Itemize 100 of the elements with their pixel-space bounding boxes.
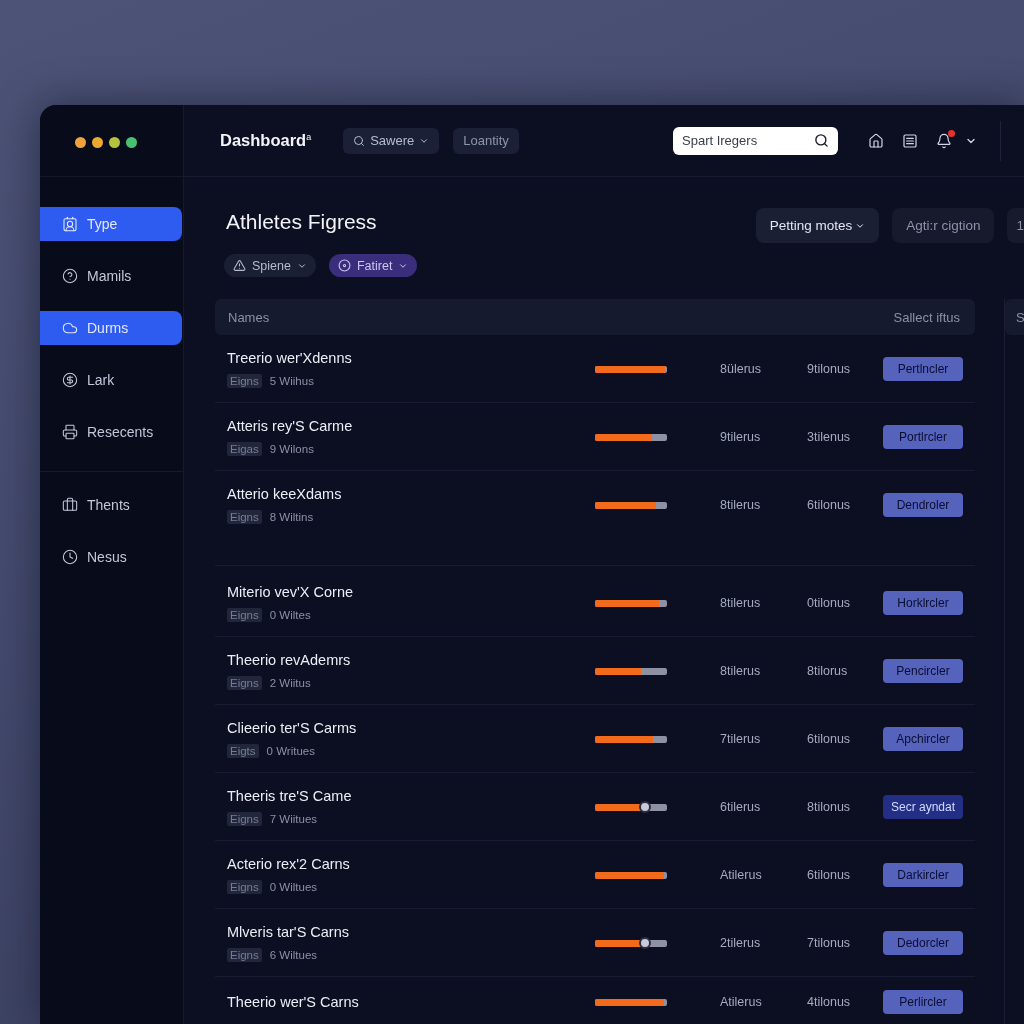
tag: Eigns [227, 812, 262, 826]
detail-text: 9 Wilons [269, 443, 314, 455]
table-cell: 6tilonus [807, 732, 851, 746]
athlete-name: Theeris tre'S Came [227, 787, 352, 806]
athlete-name: Clieerio ter'S Carms [227, 719, 357, 738]
table-cell: 3tilenus [807, 430, 851, 444]
header-action-button[interactable]: Petting motes [755, 208, 880, 243]
search-field[interactable]: Spart Iregers [673, 126, 838, 155]
row-action-button[interactable]: Perlircler [883, 990, 963, 1014]
athlete-name: Theerio wer'S Carns [227, 993, 359, 1012]
page-title: Athletes Figress [226, 209, 378, 235]
search-icon[interactable] [814, 133, 829, 148]
detail-text: 7 Wiitues [269, 813, 318, 825]
row-action-button[interactable]: Dendroler [883, 493, 963, 517]
table-cell: 6tilonus [807, 498, 851, 512]
table-cell: Atilerus [720, 868, 762, 882]
contact-icon [62, 216, 78, 232]
detail-text: 6 Wiltues [269, 949, 318, 961]
sidebar-item[interactable]: Thents [40, 488, 182, 522]
table-cell: 7tilonus [807, 936, 851, 950]
toolbar-button[interactable]: Loantity [453, 127, 519, 154]
detail-text: 5 Wiihus [269, 375, 314, 387]
table-cell: 2tilerus [720, 936, 761, 950]
dollar-circle-icon [62, 372, 78, 388]
briefcase-icon [62, 497, 78, 513]
row-action-button[interactable]: Horklrcler [883, 591, 963, 615]
table-cell: Atilerus [720, 995, 762, 1009]
tag: Eigns [227, 948, 262, 962]
sidebar-item[interactable]: Mamils [40, 259, 182, 293]
athlete-name: Atterio keeXdams [227, 485, 342, 504]
sidebar-item[interactable]: Nesus [40, 540, 182, 574]
header-action-button[interactable]: Agti:r cigtion [892, 208, 995, 243]
tag: Eigns [227, 880, 262, 894]
athlete-name: Miterio vev'X Corne [227, 583, 354, 602]
athlete-name: Mlveris tar'S Carns [227, 923, 349, 942]
tag: Eigts [227, 744, 259, 758]
detail-text: 0 Wiltues [269, 881, 318, 893]
row-action-button[interactable]: Portlrcler [883, 425, 963, 449]
app-title: Dashboard$^{a}$ [220, 131, 312, 150]
column-header: Sallect iftus [893, 309, 960, 325]
bell-icon[interactable] [936, 132, 952, 149]
help-circle-icon [62, 268, 78, 284]
house-icon[interactable] [868, 132, 884, 149]
column-header: S [1005, 299, 1024, 335]
warning-icon [233, 259, 246, 272]
sidebar-item[interactable]: Durms [40, 311, 182, 345]
row-action-button[interactable]: Dedorcler [883, 931, 963, 955]
window-dot-icon[interactable] [109, 137, 120, 148]
table-cell: 6tilerus [720, 800, 761, 814]
detail-text: 2 Wiitus [269, 677, 311, 689]
detail-text: 0 Writues [266, 745, 315, 757]
menu-square-icon[interactable] [902, 132, 918, 149]
athlete-name: Atteris rey'S Carme [227, 417, 353, 436]
slider[interactable] [595, 937, 667, 949]
tag: Eigns [227, 608, 262, 622]
cloud-icon [62, 320, 78, 336]
table-cell: 8tilerus [720, 596, 761, 610]
window-dot-icon[interactable] [92, 137, 103, 148]
window-dot-icon[interactable] [75, 137, 86, 148]
table-cell: 4tilonus [807, 995, 851, 1009]
table-cell: 8tilerus [720, 664, 761, 678]
slider-thumb[interactable] [638, 937, 651, 949]
row-action-button[interactable]: Darkircler [883, 863, 963, 887]
athlete-name: Acterio rex'2 Carns [227, 855, 350, 874]
header-action-button[interactable]: 1 [1007, 208, 1024, 243]
sidebar-item[interactable]: Lark [40, 363, 182, 397]
table-cell: 7tilerus [720, 732, 761, 746]
filter-chip[interactable]: Fatiret [328, 254, 418, 277]
window-dot-icon[interactable] [126, 137, 137, 148]
sidebar-item[interactable]: Type [40, 207, 182, 241]
toolbar-button[interactable]: Sawere [343, 127, 440, 154]
table-cell: 8tilorus [807, 664, 848, 678]
table-cell: 9tilerus [720, 430, 761, 444]
detail-text: 0 Wiltes [269, 609, 311, 621]
detail-text: 8 Wiltins [269, 511, 314, 523]
slider-thumb[interactable] [638, 801, 651, 813]
table-cell: 8tilerus [720, 498, 761, 512]
table-cell: 6tilonus [807, 868, 851, 882]
tag: Eigas [227, 442, 262, 456]
column-header: Names [228, 309, 270, 325]
sidebar-item[interactable]: Resecents [40, 415, 182, 449]
table-cell: 8tilonus [807, 800, 851, 814]
disc-icon [337, 259, 351, 272]
clock-icon [62, 549, 78, 565]
tag: Eigns [227, 676, 262, 690]
tag: Eigns [227, 374, 262, 388]
row-action-button[interactable]: Pencircler [883, 659, 963, 683]
row-action-button[interactable]: Apchircler [883, 727, 963, 751]
table-cell: 0tilonus [807, 596, 851, 610]
athlete-name: Treerio wer'Xdenns [227, 349, 352, 368]
slider[interactable] [595, 801, 667, 813]
tag: Eigns [227, 510, 262, 524]
filter-chip[interactable]: Spiene [224, 254, 316, 277]
search-icon [353, 134, 366, 147]
table-cell: 8ülerus [720, 362, 761, 376]
row-action-button[interactable]: Secr ayndat [883, 795, 963, 819]
athlete-name: Theerio revAdemrs [227, 651, 351, 670]
printer-icon [62, 424, 78, 440]
table-cell: 9tilonus [807, 362, 851, 376]
row-action-button[interactable]: Pertlncler [883, 357, 963, 381]
